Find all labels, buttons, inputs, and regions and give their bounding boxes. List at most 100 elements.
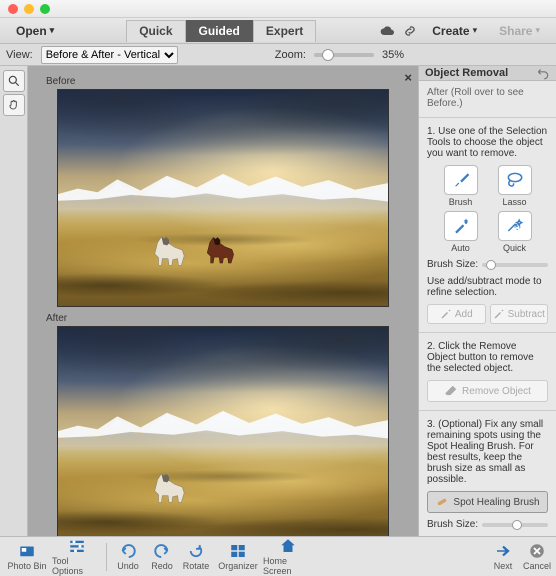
- photo-bin-icon: [18, 542, 36, 560]
- close-window-button[interactable]: [8, 4, 18, 14]
- rotate-button[interactable]: Rotate: [179, 542, 213, 571]
- brush-size-slider-2[interactable]: [482, 523, 548, 527]
- step3-text: 3. (Optional) Fix any small remaining sp…: [427, 419, 548, 485]
- brush-size-row-1: Brush Size:: [427, 259, 548, 270]
- tab-quick[interactable]: Quick: [126, 20, 185, 42]
- tab-expert[interactable]: Expert: [253, 20, 316, 42]
- brush-size-slider-1[interactable]: [482, 263, 548, 267]
- hand-tool[interactable]: [3, 94, 25, 116]
- zoom-window-button[interactable]: [40, 4, 50, 14]
- mode-tabset: Quick Guided Expert: [126, 20, 316, 42]
- chevron-down-icon: ▾: [473, 25, 478, 36]
- brush-size-row-2: Brush Size:: [427, 519, 548, 530]
- addsub-group: Add Subtract: [427, 304, 548, 324]
- close-preview-button[interactable]: ×: [404, 70, 412, 85]
- zoom-tool[interactable]: [3, 70, 25, 92]
- subtract-label: Subtract: [508, 309, 545, 320]
- tool-options-label: Tool Options: [52, 556, 102, 576]
- remove-object-button[interactable]: Remove Object: [427, 380, 548, 402]
- guided-panel: Object Removal After (Roll over to see B…: [418, 66, 556, 536]
- home-icon: [279, 537, 297, 555]
- undo-button[interactable]: Undo: [111, 542, 145, 571]
- redo-button[interactable]: Redo: [145, 542, 179, 571]
- slider-thumb[interactable]: [486, 260, 496, 270]
- app-footer: Photo Bin Tool Options Undo Redo Rotate …: [0, 536, 556, 576]
- quick-caption: Quick: [503, 243, 526, 253]
- add-button[interactable]: Add: [427, 304, 486, 324]
- window-titlebar: [0, 0, 556, 18]
- organizer-label: Organizer: [218, 561, 258, 571]
- tool-options-button[interactable]: Tool Options: [52, 537, 102, 576]
- bandage-icon: [435, 495, 449, 509]
- panel-title: Object Removal: [425, 67, 508, 79]
- redo-icon: [153, 542, 171, 560]
- undo-label: Undo: [117, 561, 139, 571]
- share-menu[interactable]: Share ▾: [491, 22, 548, 40]
- rotate-label: Rotate: [183, 561, 210, 571]
- separator: [419, 117, 556, 118]
- view-select[interactable]: Before & After - Vertical: [41, 46, 178, 64]
- tools-column: [0, 66, 28, 536]
- brush-tool[interactable]: Brush: [436, 165, 486, 207]
- quick-icon: [498, 211, 532, 241]
- step2-text: 2. Click the Remove Object button to rem…: [427, 341, 548, 374]
- link-icon[interactable]: [402, 23, 418, 39]
- zoom-value: 35%: [382, 49, 404, 61]
- eraser-icon: [444, 384, 458, 398]
- addsub-hint: Use add/subtract mode to refine selectio…: [427, 276, 548, 298]
- rotate-icon: [187, 542, 205, 560]
- before-label: Before: [46, 76, 406, 87]
- subtract-button[interactable]: Subtract: [490, 304, 549, 324]
- tab-expert-label: Expert: [266, 24, 303, 38]
- lasso-icon: [498, 165, 532, 195]
- next-arrow-icon: [494, 542, 512, 560]
- minimize-window-button[interactable]: [24, 4, 34, 14]
- zoom-slider-thumb[interactable]: [322, 49, 334, 61]
- organizer-icon: [229, 542, 247, 560]
- undo-panel-icon[interactable]: [536, 66, 550, 80]
- cancel-label: Cancel: [523, 561, 551, 571]
- auto-tool[interactable]: Auto: [436, 211, 486, 253]
- preview-hint: After (Roll over to see Before.): [427, 87, 548, 109]
- photo-bin-button[interactable]: Photo Bin: [2, 542, 52, 571]
- cancel-icon: [528, 542, 546, 560]
- brush-size-label: Brush Size:: [427, 519, 478, 530]
- home-screen-button[interactable]: Home Screen: [263, 537, 313, 576]
- separator: [419, 410, 556, 411]
- separator: [106, 543, 107, 571]
- open-menu[interactable]: Open ▾: [8, 22, 62, 40]
- view-subbar: View: Before & After - Vertical Zoom: 35…: [0, 44, 556, 66]
- spot-healing-button[interactable]: Spot Healing Brush: [427, 491, 548, 513]
- step1-text: 1. Use one of the Selection Tools to cho…: [427, 126, 548, 159]
- content-area: × Before After: [0, 66, 556, 536]
- lasso-caption: Lasso: [502, 197, 526, 207]
- cloud-icon[interactable]: [380, 23, 396, 39]
- photo-bin-label: Photo Bin: [7, 561, 46, 571]
- create-label: Create: [432, 24, 469, 38]
- redo-label: Redo: [151, 561, 173, 571]
- add-label: Add: [455, 309, 473, 320]
- remove-object-label: Remove Object: [462, 386, 531, 397]
- create-menu[interactable]: Create ▾: [424, 22, 485, 40]
- before-image: [57, 89, 389, 307]
- brush-icon: [444, 165, 478, 195]
- canvas-column: × Before After: [28, 66, 418, 536]
- zoom-slider[interactable]: [314, 53, 374, 57]
- slider-thumb[interactable]: [512, 520, 522, 530]
- panel-body: After (Roll over to see Before.) 1. Use …: [419, 81, 556, 536]
- home-label: Home Screen: [263, 556, 313, 576]
- tab-guided[interactable]: Guided: [186, 20, 253, 42]
- quick-tool[interactable]: Quick: [490, 211, 540, 253]
- spot-healing-label: Spot Healing Brush: [453, 497, 539, 508]
- cancel-button[interactable]: Cancel: [520, 542, 554, 571]
- organizer-button[interactable]: Organizer: [213, 542, 263, 571]
- app-menubar: Open ▾ Quick Guided Expert Create ▾ Shar…: [0, 18, 556, 44]
- chevron-down-icon: ▾: [50, 25, 55, 36]
- brush-size-label: Brush Size:: [427, 259, 478, 270]
- tab-quick-label: Quick: [139, 24, 172, 38]
- tool-options-icon: [68, 537, 86, 555]
- pencil-plus-icon: [440, 308, 452, 320]
- tab-guided-label: Guided: [199, 24, 240, 38]
- next-button[interactable]: Next: [486, 542, 520, 571]
- lasso-tool[interactable]: Lasso: [490, 165, 540, 207]
